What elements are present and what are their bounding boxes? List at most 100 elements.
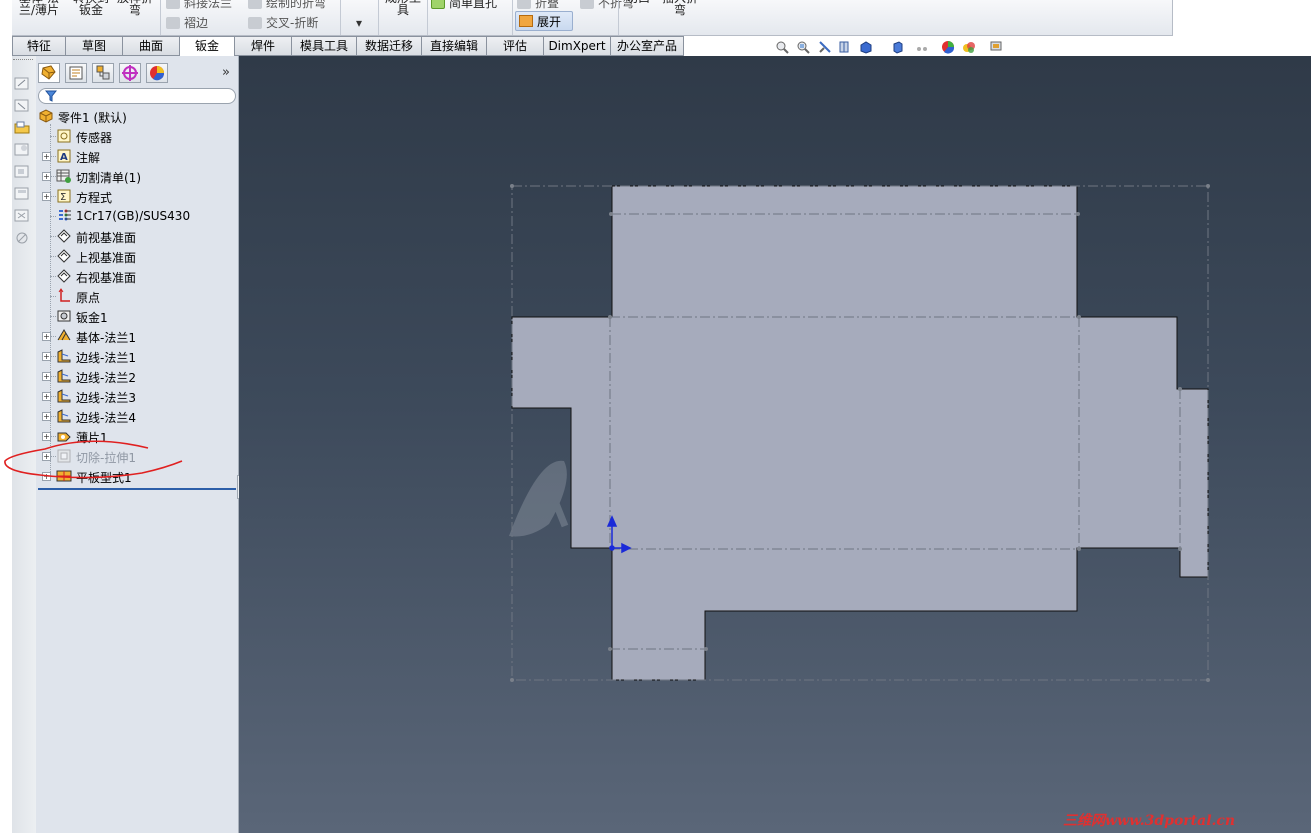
unfold-button[interactable]: 展开: [515, 11, 573, 31]
display-style-icon[interactable]: [891, 40, 905, 54]
origin-icon: [58, 288, 70, 302]
tree-connector: [50, 124, 51, 476]
equation-icon: Σ: [57, 189, 71, 203]
smart-dimension-icon[interactable]: [14, 98, 31, 113]
graphics-area[interactable]: [239, 41, 1311, 833]
lofted-bend-button[interactable]: 放样折 弯: [112, 0, 158, 16]
insert-component-icon[interactable]: [14, 142, 31, 157]
configuration-manager-tab[interactable]: [92, 63, 114, 83]
drawing-canvas[interactable]: [239, 56, 1311, 833]
zoom-to-fit-icon[interactable]: [775, 40, 789, 54]
tree-item[interactable]: + 边线-法兰1: [36, 346, 238, 366]
tab-surfaces[interactable]: 曲面: [122, 36, 179, 56]
property-manager-tab[interactable]: [65, 63, 87, 83]
tab-sheet-metal[interactable]: 钣金: [179, 36, 234, 57]
tree-item-label: 1Cr17(GB)/SUS430: [76, 209, 191, 223]
ribbon-separator: [160, 0, 161, 35]
edit-appearance-icon[interactable]: [941, 40, 955, 54]
tab-label: 数据迁移: [364, 39, 413, 53]
rip-button[interactable]: 切口: [618, 0, 658, 4]
dimxpert-manager-tab[interactable]: [119, 63, 141, 83]
plane-icon: [57, 249, 71, 263]
forming-tool-button[interactable]: 成形工 具: [380, 0, 426, 16]
tab-evaluate[interactable]: 评估: [486, 36, 543, 56]
tree-item[interactable]: 前视基准面: [36, 226, 238, 246]
file-explorer-icon[interactable]: [14, 186, 31, 201]
tree-item-label: 基体-法兰1: [76, 331, 136, 345]
tree-item[interactable]: + 边线-法兰2: [36, 366, 238, 386]
insert-bends-button[interactable]: 插入折 弯: [657, 0, 703, 16]
configuration-icon: [96, 65, 110, 80]
feature-tree-icon: [41, 65, 56, 80]
tree-item[interactable]: 钣金1: [36, 306, 238, 326]
miter-flange-icon: [166, 0, 180, 9]
view-orientation-icon[interactable]: [859, 40, 873, 54]
tab-mold-tools[interactable]: 模具工具: [291, 36, 356, 56]
tree-item[interactable]: 零件1 (默认): [36, 106, 238, 126]
convert-to-sheet-metal-button[interactable]: 转换到 钣金: [68, 0, 114, 16]
tree-item[interactable]: 传感器: [36, 126, 238, 146]
panel-collapse-button[interactable]: »: [222, 65, 230, 80]
tab-label: DimXpert: [548, 39, 606, 53]
ribbon-separator: [618, 0, 619, 35]
zoom-to-area-icon[interactable]: [796, 40, 810, 54]
tree-item-label: 边线-法兰1: [76, 351, 136, 365]
tree-item[interactable]: 右视基准面: [36, 266, 238, 286]
tree-item[interactable]: + 基体-法兰1: [36, 326, 238, 346]
tab-data-migration[interactable]: 数据迁移: [356, 36, 421, 56]
tree-item[interactable]: + A 注解: [36, 146, 238, 166]
appearances-icon[interactable]: [14, 230, 31, 245]
ds-watermark-logo: [509, 460, 569, 537]
cut-list-icon: [56, 169, 71, 183]
tree-item[interactable]: 上视基准面: [36, 246, 238, 266]
command-ribbon: 基体-法 兰/薄片 转换到 钣金 放样折 弯 斜接法兰 褶边 绘制的折弯 交叉-…: [12, 0, 1172, 36]
insert-bends-label: 插入折 弯: [662, 0, 698, 17]
miter-flange-label: 斜接法兰: [184, 0, 233, 10]
tab-weldments[interactable]: 焊件: [234, 36, 291, 56]
sketch-icon[interactable]: [14, 76, 31, 91]
cross-break-button[interactable]: 交叉-折断: [248, 14, 318, 31]
view-palette-icon[interactable]: [14, 208, 31, 223]
apply-scene-icon[interactable]: [962, 40, 976, 54]
base-flange-button[interactable]: 基体-法 兰/薄片: [16, 0, 62, 16]
site-watermark: 三维网www.3dportal.cn: [1063, 813, 1236, 829]
tab-label: 焊件: [250, 39, 275, 53]
simple-hole-button[interactable]: 简单直孔: [431, 0, 497, 11]
hide-show-items-icon[interactable]: [915, 40, 929, 54]
tree-item[interactable]: + 边线-法兰3: [36, 386, 238, 406]
miter-flange-button[interactable]: 斜接法兰: [166, 0, 232, 11]
tree-item[interactable]: 原点: [36, 286, 238, 306]
simple-hole-icon: [431, 0, 445, 9]
tab-office-products[interactable]: 办公室产品: [610, 36, 684, 56]
tab-dimxpert[interactable]: DimXpert: [543, 36, 610, 56]
design-library-icon[interactable]: [14, 164, 31, 179]
dropdown-arrow-icon: ▾: [356, 16, 363, 30]
display-manager-tab[interactable]: [146, 63, 168, 83]
section-view-icon[interactable]: [837, 40, 851, 54]
fold-button[interactable]: 折叠: [517, 0, 559, 11]
hem-button[interactable]: 褶边: [166, 14, 208, 31]
tree-item[interactable]: + Σ 方程式: [36, 186, 238, 206]
previous-view-icon[interactable]: [818, 40, 832, 54]
tab-direct-editing[interactable]: 直接编辑: [421, 36, 486, 56]
tree-item-label: 前视基准面: [76, 231, 137, 245]
open-folder-icon[interactable]: [14, 120, 31, 135]
edge-flange-icon: [57, 349, 71, 363]
more-dropdown-arrow[interactable]: ▾: [356, 16, 362, 30]
feature-filter-input[interactable]: [38, 88, 236, 104]
tab-sketch[interactable]: 草图: [65, 36, 122, 56]
flat-pattern-part[interactable]: [511, 185, 1209, 681]
view-settings-icon[interactable]: [989, 40, 1003, 54]
strip-grip[interactable]: [13, 59, 33, 60]
feature-manager-tab[interactable]: [38, 63, 60, 83]
fold-label: 折叠: [535, 0, 560, 10]
sketched-bend-button[interactable]: 绘制的折弯: [248, 0, 326, 11]
command-manager-tabs: 特征 草图 曲面 钣金 焊件 模具工具 数据迁移 直接编辑 评估 DimXper…: [12, 36, 684, 57]
tree-item[interactable]: + 切割清单(1): [36, 166, 238, 186]
tab-features[interactable]: 特征: [12, 36, 65, 56]
base-flange-icon: [57, 329, 71, 341]
tree-item[interactable]: 1Cr17(GB)/SUS430: [36, 206, 238, 226]
unfold-icon: [519, 15, 533, 27]
tree-item[interactable]: + 边线-法兰4: [36, 406, 238, 426]
hem-icon: [166, 17, 180, 29]
